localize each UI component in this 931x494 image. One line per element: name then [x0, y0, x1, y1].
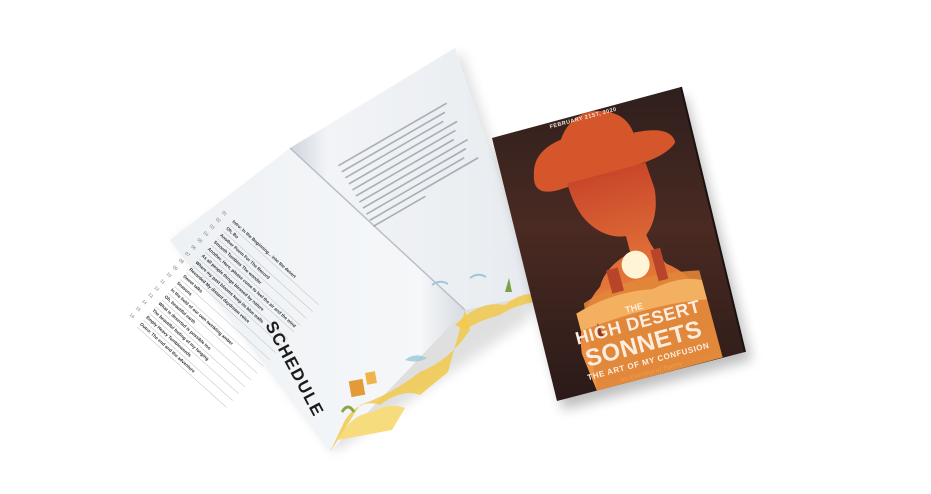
booklet-cover: FEBRUARY 21ST, 2020 THE HIGH DESERT SONN…: [492, 86, 746, 401]
schedule-item-number: 10: [166, 271, 173, 278]
schedule-item-number: 13: [147, 292, 154, 299]
schedule-item-rule: [137, 326, 227, 408]
schedule-item-number: 12: [153, 285, 160, 292]
schedule-item-number: 11: [159, 278, 166, 285]
schedule-item-number: 09: [172, 264, 179, 271]
booklet-photo-scene: 01Intro: In the Beginning... into the de…: [129, 48, 752, 452]
schedule-item-number: 14: [141, 299, 148, 306]
schedule-item-number: 15: [135, 305, 142, 312]
schedule-item-rule: [149, 313, 239, 394]
schedule-item-number: 16: [129, 312, 136, 319]
